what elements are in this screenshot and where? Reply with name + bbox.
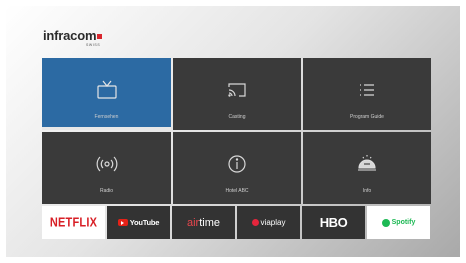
radio-icon	[94, 151, 120, 177]
app-viaplay[interactable]: viaplay	[237, 206, 300, 239]
tile-label: Info	[362, 188, 372, 194]
spotify-label: Spotify	[391, 219, 416, 226]
spotify-icon	[381, 218, 390, 227]
airtime-time: time	[199, 216, 220, 229]
list-icon	[354, 77, 380, 103]
hbo-logo: HBO	[319, 215, 348, 230]
spotify-logo: Spotify	[381, 218, 416, 227]
tile-hotel-abc[interactable]: Hotel ABC	[173, 132, 301, 204]
cast-icon	[224, 77, 250, 103]
netflix-logo: NETFLIX	[49, 215, 98, 230]
airtime-air: air	[186, 216, 200, 229]
tile-casting[interactable]: Casting	[173, 58, 301, 130]
brand-dot-icon	[97, 34, 103, 39]
youtube-play-icon	[117, 219, 128, 226]
app-row: NETFLIX YouTube airtime viaplay HBO Spot…	[42, 206, 430, 239]
tile-label: Casting	[228, 114, 246, 120]
tile-label: Hotel ABC	[225, 188, 249, 194]
airtime-logo: airtime	[187, 217, 220, 229]
menu-grid: Fernsehen Casting Program Guide Radio Ho…	[42, 58, 431, 204]
tile-radio[interactable]: Radio	[42, 132, 171, 204]
tile-label: Radio	[99, 188, 114, 194]
brand-logo: infracom	[43, 28, 103, 43]
tile-fernsehen[interactable]: Fernsehen	[42, 58, 171, 130]
tile-label: Fernsehen	[94, 114, 119, 120]
viaplay-label: viaplay	[260, 218, 286, 227]
tile-info[interactable]: Info	[303, 132, 431, 204]
app-spotify[interactable]: Spotify	[367, 206, 430, 239]
tile-program-guide[interactable]: Program Guide	[303, 58, 431, 130]
app-hbo[interactable]: HBO	[302, 206, 365, 239]
youtube-label: YouTube	[129, 218, 160, 227]
tile-label: Program Guide	[350, 114, 384, 120]
app-airtime[interactable]: airtime	[172, 206, 235, 239]
info-circle-icon	[224, 151, 250, 177]
app-netflix[interactable]: NETFLIX	[42, 206, 105, 239]
viaplay-logo: viaplay	[251, 218, 286, 227]
app-youtube[interactable]: YouTube	[107, 206, 170, 239]
tv-home-screen: infracom SWISS Fernsehen Casting Program…	[6, 6, 460, 257]
hotel-icon	[354, 151, 380, 177]
viaplay-icon	[251, 219, 259, 226]
brand-name: infracom	[43, 28, 97, 43]
brand-sub: SWISS	[86, 43, 101, 47]
youtube-logo: YouTube	[117, 218, 160, 227]
tv-icon	[94, 77, 120, 103]
